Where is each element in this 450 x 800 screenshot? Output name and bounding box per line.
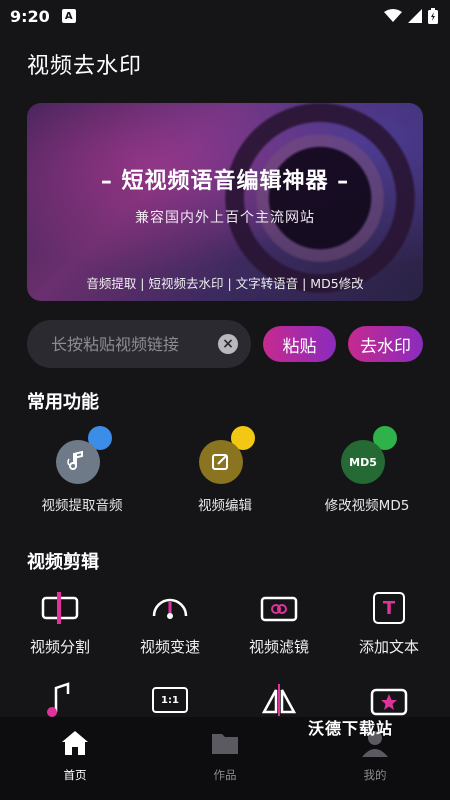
tool-mirror[interactable] bbox=[224, 680, 334, 720]
banner-headline: – 短视频语音编辑神器 – bbox=[100, 169, 350, 194]
tab-label: 首页 bbox=[63, 768, 87, 782]
feature-label: 视频提取音频 bbox=[41, 498, 123, 514]
feature-modify-md5[interactable]: MD5 修改视频MD5 bbox=[297, 426, 437, 514]
link-input[interactable] bbox=[51, 334, 216, 354]
feature-extract-audio[interactable]: 视频提取音频 bbox=[12, 426, 152, 514]
speed-icon bbox=[115, 588, 225, 628]
feature-label: 视频编辑 bbox=[198, 498, 252, 514]
video-edit-title: 视频剪辑 bbox=[27, 552, 99, 573]
feature-video-edit[interactable]: 视频编辑 bbox=[155, 426, 295, 514]
wifi-icon bbox=[384, 9, 402, 22]
tab-home[interactable]: 首页 bbox=[35, 729, 115, 783]
tool-filter[interactable]: 视频滤镜 bbox=[224, 588, 334, 657]
home-icon bbox=[62, 731, 88, 755]
text-icon: T bbox=[334, 588, 444, 628]
site-watermark: 沃德下载站 bbox=[308, 719, 394, 738]
tool-speed[interactable]: 视频变速 bbox=[115, 588, 225, 657]
battery-icon bbox=[428, 8, 438, 24]
tab-label: 我的 bbox=[363, 768, 387, 782]
tool-add-text[interactable]: T 添加文本 bbox=[334, 588, 444, 657]
tool-label: 视频滤镜 bbox=[248, 638, 309, 656]
promo-banner[interactable]: – 短视频语音编辑神器 – 兼容国内外上百个主流网站 音频提取 | 短视频去水印… bbox=[27, 103, 423, 301]
split-icon bbox=[5, 588, 115, 628]
audio-extract-icon bbox=[56, 440, 100, 484]
status-bar: 9:20 A bbox=[0, 0, 450, 32]
tool-label: 视频分割 bbox=[29, 638, 90, 656]
tool-sticker[interactable] bbox=[334, 680, 444, 720]
tool-label: 视频变速 bbox=[139, 638, 200, 656]
tab-label: 作品 bbox=[213, 768, 237, 782]
tool-ratio[interactable]: 1:1 bbox=[115, 680, 225, 720]
tool-music[interactable] bbox=[5, 680, 115, 720]
signal-icon bbox=[408, 9, 422, 23]
notification-badge: A bbox=[61, 9, 76, 23]
feature-label: 修改视频MD5 bbox=[324, 498, 410, 514]
clear-icon[interactable]: × bbox=[218, 334, 238, 354]
paste-button[interactable]: 粘贴 bbox=[263, 326, 336, 362]
md5-badge-text: MD5 bbox=[349, 455, 377, 469]
mirror-icon bbox=[224, 680, 334, 720]
common-features-title: 常用功能 bbox=[27, 392, 99, 413]
tab-works[interactable]: 作品 bbox=[185, 729, 265, 783]
md5-icon: MD5 bbox=[341, 440, 385, 484]
banner-features: 音频提取 | 短视频去水印 | 文字转语音 | MD5修改 bbox=[86, 276, 364, 291]
link-input-container: × bbox=[27, 320, 251, 368]
sticker-icon bbox=[334, 680, 444, 720]
music-icon bbox=[5, 680, 115, 720]
edit-icon bbox=[199, 440, 243, 484]
page-title: 视频去水印 bbox=[27, 54, 143, 79]
remove-watermark-button[interactable]: 去水印 bbox=[348, 326, 423, 362]
banner-subtitle: 兼容国内外上百个主流网站 bbox=[135, 210, 315, 226]
folder-icon bbox=[212, 734, 238, 754]
tool-split[interactable]: 视频分割 bbox=[5, 588, 115, 657]
tool-label: 添加文本 bbox=[358, 638, 419, 656]
ratio-icon: 1:1 bbox=[115, 680, 225, 720]
filter-icon bbox=[224, 588, 334, 628]
status-time: 9:20 bbox=[10, 6, 50, 26]
